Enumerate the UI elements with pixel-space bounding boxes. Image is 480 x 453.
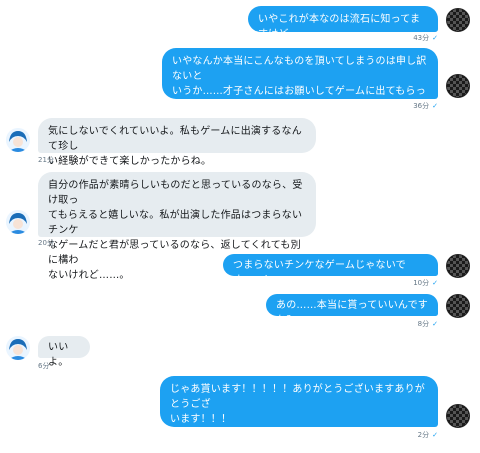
message-bubble[interactable]: つまらないチンケなゲームじゃないです……！ [223, 254, 438, 286]
message-bubble[interactable]: あの……本当に貰っていいんですか？ [266, 294, 438, 326]
read-check-icon: ✓ [432, 279, 438, 287]
timestamp: 2分 [417, 431, 430, 439]
message-bubble[interactable]: いいよ。 [38, 336, 90, 368]
message-row-3: 気にしないでくれていいよ。私もゲームに出演するなんて珍し い経験ができて楽しかっ… [0, 118, 480, 168]
character-avatar-icon [6, 210, 30, 234]
message-row-8: じゃあ貰います！！！！！ありがとうございますありがとうござ います！！！ ヒャッ… [0, 376, 480, 446]
character-avatar-icon [6, 336, 30, 360]
message-meta: 10分 ✓ [413, 278, 438, 288]
message-meta: 20分 [38, 238, 54, 248]
read-check-icon: ✓ [432, 102, 438, 110]
read-check-icon: ✓ [432, 34, 438, 42]
timestamp: 6分 [38, 362, 50, 370]
message-meta: 21分 [38, 155, 54, 165]
avatar[interactable] [446, 404, 470, 428]
avatar[interactable] [6, 128, 30, 152]
avatar[interactable] [6, 336, 30, 360]
message-bubble[interactable]: 気にしないでくれていいよ。私もゲームに出演するなんて珍し い経験ができて楽しかっ… [38, 118, 316, 167]
avatar[interactable] [446, 254, 470, 278]
avatar[interactable] [446, 74, 470, 98]
message-meta: 6分 [38, 361, 49, 371]
read-check-icon: ✓ [432, 320, 438, 328]
message-row-6: あの……本当に貰っていいんですか？ 8分 ✓ [0, 294, 480, 330]
message-row-1: いやこれが本なのは流石に知ってますけど 43分 ✓ [0, 6, 480, 42]
timestamp: 10分 [413, 279, 430, 287]
message-meta: 43分 ✓ [413, 33, 438, 43]
message-bubble[interactable]: じゃあ貰います！！！！！ありがとうございますありがとうござ います！！！ ヒャッ… [160, 376, 438, 440]
message-bubble[interactable]: いやなんか本当にこんなものを頂いてしまうのは申し訳ないと いうか……才子さんには… [162, 48, 438, 127]
character-avatar-icon [6, 128, 30, 152]
message-bubble[interactable]: いやこれが本なのは流石に知ってますけど [248, 6, 438, 40]
message-bubble[interactable]: 自分の作品が素晴らしいものだと思っているのなら、受け取っ てもらえると嬉しいな。… [38, 172, 316, 281]
message-meta: 2分 ✓ [418, 430, 438, 440]
timestamp: 20分 [38, 239, 54, 247]
avatar[interactable] [446, 294, 470, 318]
message-row-4: 自分の作品が素晴らしいものだと思っているのなら、受け取っ てもらえると嬉しいな。… [0, 172, 480, 281]
timestamp: 21分 [38, 156, 54, 164]
message-row-7: いいよ。 6分 [0, 336, 480, 372]
message-meta: 8分 ✓ [418, 319, 438, 329]
timestamp: 43分 [413, 34, 430, 42]
avatar[interactable] [446, 8, 470, 32]
read-check-icon: ✓ [432, 431, 438, 439]
message-meta: 36分 ✓ [413, 101, 438, 111]
message-row-5: つまらないチンケなゲームじゃないです……！ 10分 ✓ [0, 254, 480, 290]
timestamp: 36分 [413, 102, 430, 110]
message-row-2: いやなんか本当にこんなものを頂いてしまうのは申し訳ないと いうか……才子さんには… [0, 48, 480, 127]
avatar[interactable] [6, 210, 30, 234]
timestamp: 8分 [417, 320, 430, 328]
